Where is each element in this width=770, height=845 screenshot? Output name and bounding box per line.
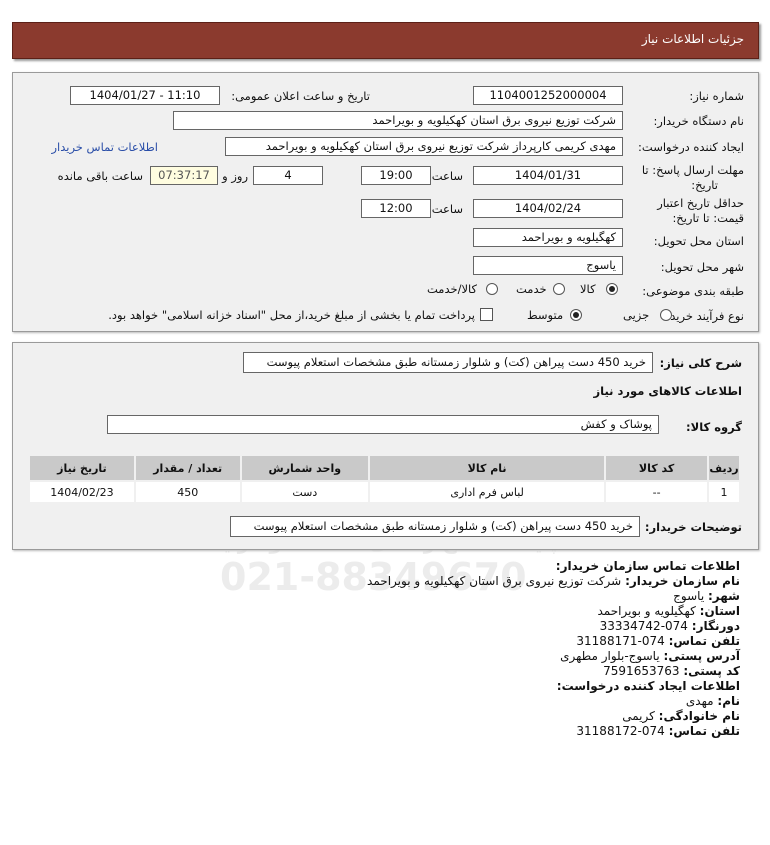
contact-postal: کد پستی: 7591653763 [603, 664, 740, 678]
validity-date-field: 1404/02/24 [473, 199, 623, 218]
creator-name: نام: مهدی [686, 694, 740, 708]
col-row-number: ردیف [706, 454, 742, 482]
contact-city: شهر: یاسوج [673, 589, 740, 603]
cell-item-code: -- [604, 480, 709, 504]
creator-phone-label: تلفن تماس: [668, 724, 740, 738]
creator-title: اطلاعات ایجاد کننده درخواست: [556, 679, 740, 693]
contact-title: اطلاعات تماس سازمان خریدار: [555, 559, 740, 573]
contact-address-label: آدرس پستی: [663, 649, 740, 663]
announce-field: 1404/01/27 - 11:10 [70, 86, 220, 105]
creator-phone: تلفن تماس: 074-31188172 [576, 724, 740, 738]
contact-fax: دورنگار: 074-33334742 [600, 619, 740, 633]
creator-family-label: نام خانوادگی: [658, 709, 740, 723]
col-need-date: تاریخ نیاز [28, 454, 136, 482]
deadline-label-line2: تاریخ: [691, 178, 718, 192]
announce-label: تاریخ و ساعت اعلان عمومی: [231, 89, 370, 103]
contact-city-label: شهر: [708, 589, 740, 603]
cell-unit: دست [239, 480, 371, 504]
col-item-name: نام کالا [367, 454, 607, 482]
category-radio-goods[interactable] [606, 283, 618, 295]
col-item-code: کد کالا [604, 454, 709, 482]
days-label: روز و [222, 169, 248, 183]
process-label: نوع فرآیند خرید : [662, 309, 744, 323]
contact-phone: تلفن تماس: 074-31188171 [576, 634, 740, 648]
goods-group-field: پوشاک و کفش [107, 415, 659, 434]
treasury-checkbox[interactable] [480, 308, 493, 321]
process-radio-minor[interactable] [660, 309, 672, 321]
category-radio-goods-service[interactable] [486, 283, 498, 295]
col-quantity: تعداد / مقدار [133, 454, 242, 482]
creator-name-label: نام: [717, 694, 740, 708]
validity-time-label: ساعت [431, 202, 463, 216]
city-label: شهر محل تحویل: [660, 260, 744, 274]
category-radio-service[interactable] [553, 283, 565, 295]
creator-field: مهدی کریمی کارپرداز شرکت توزیع نیروی برق… [225, 137, 623, 156]
city-field: یاسوج [473, 256, 623, 275]
cell-row-number: 1 [706, 480, 742, 504]
page-header: جزئیات اطلاعات نیاز [12, 22, 759, 59]
goods-info-title: اطلاعات کالاهای مورد نیاز [593, 384, 742, 398]
summary-label: شرح کلی نیاز: [659, 356, 742, 370]
goods-group-label: گروه کالا: [686, 420, 742, 434]
category-option-service: خدمت [516, 282, 547, 296]
category-option-goods: کالا [580, 282, 596, 296]
contact-province: استان: کهگیلویه و بویراحمد [597, 604, 740, 618]
cell-quantity: 450 [133, 480, 242, 504]
contact-phone-label: تلفن تماس: [668, 634, 740, 648]
contact-postal-label: کد پستی: [683, 664, 740, 678]
buyer-field: شرکت توزیع نیروی برق استان کهکیلویه و بو… [173, 111, 623, 130]
goods-table: ردیف کد کالا نام کالا واحد شمارش تعداد /… [28, 454, 742, 504]
contact-org: نام سازمان خریدار: شرکت توزیع نیروی برق … [367, 574, 740, 588]
creator-name-value: مهدی [685, 694, 714, 708]
contact-fax-label: دورنگار: [691, 619, 740, 633]
province-label: استان محل تحویل: [653, 234, 744, 248]
treasury-payment-text: پرداخت تمام یا بخشی از مبلغ خرید،از محل … [108, 308, 475, 322]
contact-fax-value: 074-33334742 [599, 619, 688, 633]
summary-field: خرید 450 دست پیراهن (کت) و شلوار زمستانه… [243, 352, 653, 373]
contact-province-value: کهگیلویه و بویراحمد [597, 604, 696, 618]
deadline-date-field: 1404/01/31 [473, 166, 623, 185]
creator-label: ایجاد کننده درخواست: [638, 140, 744, 154]
creator-family-value: کریمی [622, 709, 655, 723]
category-label: طبقه بندی موضوعی: [642, 284, 744, 298]
cell-item-name: لباس فرم اداری [367, 480, 607, 504]
contact-province-label: استان: [699, 604, 740, 618]
contact-phone-value: 074-31188171 [576, 634, 665, 648]
deadline-time-field: 19:00 [361, 166, 431, 185]
deadline-label-line1: مهلت ارسال پاسخ: تا [641, 163, 744, 177]
need-number-label: شماره نیاز: [689, 89, 744, 103]
col-unit: واحد شمارش [239, 454, 371, 482]
process-option-minor: جزیی [623, 308, 650, 322]
creator-family: نام خانوادگی: کریمی [622, 709, 740, 723]
process-option-medium: متوسط [527, 308, 564, 322]
table-row: 1 -- لباس فرم اداری دست 450 1404/02/23 [28, 480, 742, 504]
page-title: جزئیات اطلاعات نیاز [641, 32, 744, 46]
remaining-time-field: 07:37:17 [150, 166, 218, 185]
cell-need-date: 1404/02/23 [28, 480, 136, 504]
buyer-label: نام دستگاه خریدار: [653, 114, 744, 128]
buyer-notes-field: خرید 450 دست پیراهن (کت) و شلوار زمستانه… [230, 516, 640, 537]
days-remaining-field: 4 [253, 166, 323, 185]
validity-label-line2: قیمت: تا تاریخ: [672, 211, 744, 225]
contact-org-value: شرکت توزیع نیروی برق استان کهکیلویه و بو… [367, 574, 622, 588]
validity-time-field: 12:00 [361, 199, 431, 218]
category-option-goods-service: کالا/خدمت [427, 282, 478, 296]
need-number-field: 1104001252000004 [473, 86, 623, 105]
creator-phone-value: 074-31188172 [576, 724, 665, 738]
goods-table-header: ردیف کد کالا نام کالا واحد شمارش تعداد /… [28, 454, 742, 482]
contact-postal-value: 7591653763 [603, 664, 680, 678]
contact-address: آدرس پستی: یاسوج-بلوار مطهری [560, 649, 740, 663]
deadline-time-label: ساعت [431, 169, 463, 183]
process-radio-medium[interactable] [570, 309, 582, 321]
contact-city-value: یاسوج [673, 589, 705, 603]
buyer-contact-link[interactable]: اطلاعات تماس خریدار [51, 140, 158, 154]
buyer-notes-label: توضیحات خریدار: [644, 520, 742, 534]
validity-label-line1: حداقل تاریخ اعتبار [657, 196, 744, 210]
contact-address-value: یاسوج-بلوار مطهری [560, 649, 660, 663]
remaining-time-label: ساعت باقی مانده [57, 169, 143, 183]
province-field: کهگیلویه و بویراحمد [473, 228, 623, 247]
contact-org-label: نام سازمان خریدار: [625, 574, 740, 588]
